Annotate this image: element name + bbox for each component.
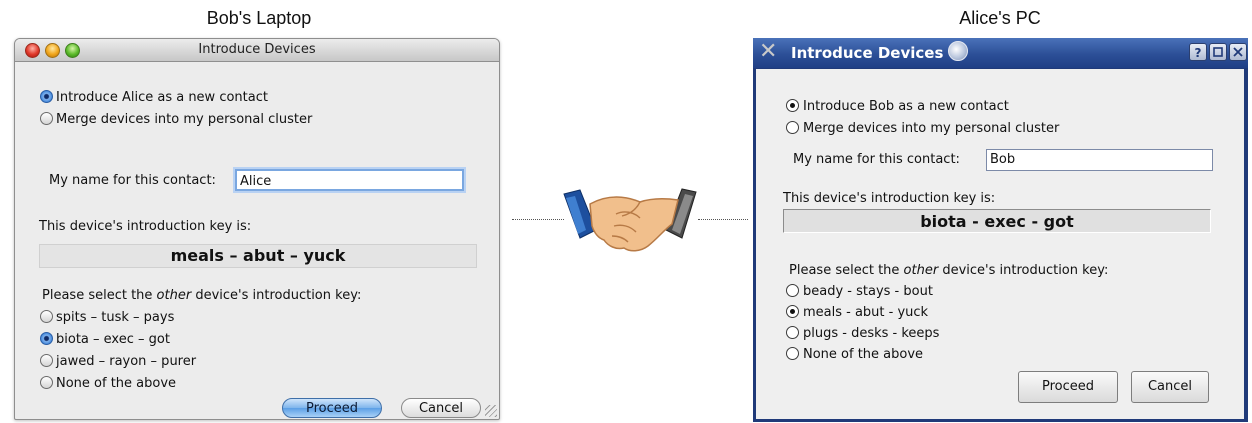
connection-line-left	[512, 219, 564, 220]
kde-key-option-none-indicator[interactable]	[786, 347, 799, 360]
mac-radio-introduce-indicator[interactable]	[40, 90, 53, 103]
kde-titlebar[interactable]: ✕ Introduce Devices ?	[753, 38, 1248, 68]
alice-pc-caption: Alice's PC	[959, 8, 1041, 28]
mac-introduction-key: meals – abut – yuck	[39, 244, 477, 268]
mac-titlebar[interactable]: Introduce Devices	[15, 39, 499, 62]
mac-radio-introduce[interactable]: Introduce Alice as a new contact	[40, 90, 268, 105]
kde-select-key-label-pre: Please select the	[789, 263, 904, 278]
kde-radio-introduce-label: Introduce Bob as a new contact	[803, 99, 1009, 114]
mac-key-option-3-indicator[interactable]	[40, 354, 53, 367]
mac-key-option-1-label: spits – tusk – pays	[56, 310, 175, 325]
mac-key-option-2[interactable]: biota – exec – got	[40, 332, 170, 347]
kde-introduce-devices-window: ✕ Introduce Devices ? Introduce Bob as a…	[753, 38, 1248, 422]
mac-key-option-none-label: None of the above	[56, 376, 177, 391]
mac-radio-merge[interactable]: Merge devices into my personal cluster	[40, 112, 312, 127]
titlebar-decoration-icon	[948, 41, 968, 61]
mac-radio-merge-label: Merge devices into my personal cluster	[56, 112, 313, 127]
mac-resize-grip[interactable]	[485, 405, 497, 417]
mac-key-option-none-indicator[interactable]	[40, 376, 53, 389]
kde-radio-introduce[interactable]: Introduce Bob as a new contact	[786, 99, 1009, 114]
mac-radio-merge-indicator[interactable]	[40, 112, 53, 125]
mac-key-option-3-label: jawed – rayon – purer	[56, 354, 197, 369]
x-window-icon[interactable]: ✕	[759, 40, 777, 64]
maximize-icon	[1213, 47, 1223, 57]
mac-proceed-button[interactable]: Proceed	[282, 398, 382, 418]
kde-contact-name-input[interactable]: Bob	[986, 149, 1213, 171]
mac-cancel-button[interactable]: Cancel	[401, 398, 481, 418]
kde-key-option-3-indicator[interactable]	[786, 326, 799, 339]
kde-close-button[interactable]	[1229, 43, 1247, 61]
mac-select-key-label-post: device's introduction key:	[191, 288, 362, 303]
handshake-icon	[563, 188, 697, 252]
kde-select-key-label-em: other	[903, 263, 939, 278]
bob-laptop-caption: Bob's Laptop	[206, 8, 312, 28]
kde-cancel-button[interactable]: Cancel	[1131, 371, 1209, 403]
kde-key-option-2[interactable]: meals - abut - yuck	[786, 305, 928, 320]
close-icon	[1233, 47, 1243, 57]
kde-key-option-3-label: plugs - desks - keeps	[803, 326, 940, 341]
mac-contact-name-input[interactable]: Alice	[235, 169, 464, 191]
mac-key-option-2-indicator[interactable]	[40, 332, 53, 345]
kde-radio-merge-indicator[interactable]	[786, 121, 799, 134]
kde-maximize-button[interactable]	[1209, 43, 1227, 61]
mac-key-option-none[interactable]: None of the above	[40, 376, 176, 391]
mac-window-title: Introduce Devices	[198, 42, 316, 57]
kde-help-button[interactable]: ?	[1189, 43, 1207, 61]
kde-key-option-none[interactable]: None of the above	[786, 347, 923, 362]
connection-line-right	[698, 219, 748, 220]
kde-radio-merge[interactable]: Merge devices into my personal cluster	[786, 121, 1059, 136]
kde-key-option-1-indicator[interactable]	[786, 284, 799, 297]
mac-key-option-2-label: biota – exec – got	[56, 332, 170, 347]
kde-key-option-3[interactable]: plugs - desks - keeps	[786, 326, 939, 341]
mac-select-key-label-pre: Please select the	[42, 288, 157, 303]
kde-select-key-label-post: device's introduction key:	[938, 263, 1109, 278]
mac-key-option-1[interactable]: spits – tusk – pays	[40, 310, 174, 325]
kde-key-option-1-label: beady - stays - bout	[803, 284, 933, 299]
kde-key-label: This device's introduction key is:	[783, 191, 996, 206]
mac-key-option-1-indicator[interactable]	[40, 310, 53, 323]
kde-radio-introduce-indicator[interactable]	[786, 99, 799, 112]
mac-radio-introduce-label: Introduce Alice as a new contact	[56, 90, 268, 105]
mac-key-label: This device's introduction key is:	[39, 219, 252, 234]
kde-key-option-2-indicator[interactable]	[786, 305, 799, 318]
mac-key-option-3[interactable]: jawed – rayon – purer	[40, 354, 196, 369]
kde-key-option-none-label: None of the above	[803, 347, 924, 362]
kde-select-key-label: Please select the other device's introdu…	[789, 263, 1108, 278]
kde-key-option-1[interactable]: beady - stays - bout	[786, 284, 933, 299]
mac-select-key-label-em: other	[156, 288, 192, 303]
kde-key-option-2-label: meals - abut - yuck	[803, 305, 929, 320]
mac-name-label: My name for this contact:	[49, 173, 216, 188]
mac-select-key-label: Please select the other device's introdu…	[42, 288, 361, 303]
kde-introduction-key: biota - exec - got	[783, 209, 1211, 233]
kde-proceed-button[interactable]: Proceed	[1018, 371, 1118, 403]
kde-dialog-content: Introduce Bob as a new contact Merge dev…	[756, 69, 1244, 419]
kde-radio-merge-label: Merge devices into my personal cluster	[803, 121, 1060, 136]
kde-name-label: My name for this contact:	[793, 152, 960, 167]
mac-introduce-devices-window: Introduce Devices Introduce Alice as a n…	[14, 38, 500, 420]
kde-window-title: Introduce Devices	[791, 44, 944, 62]
